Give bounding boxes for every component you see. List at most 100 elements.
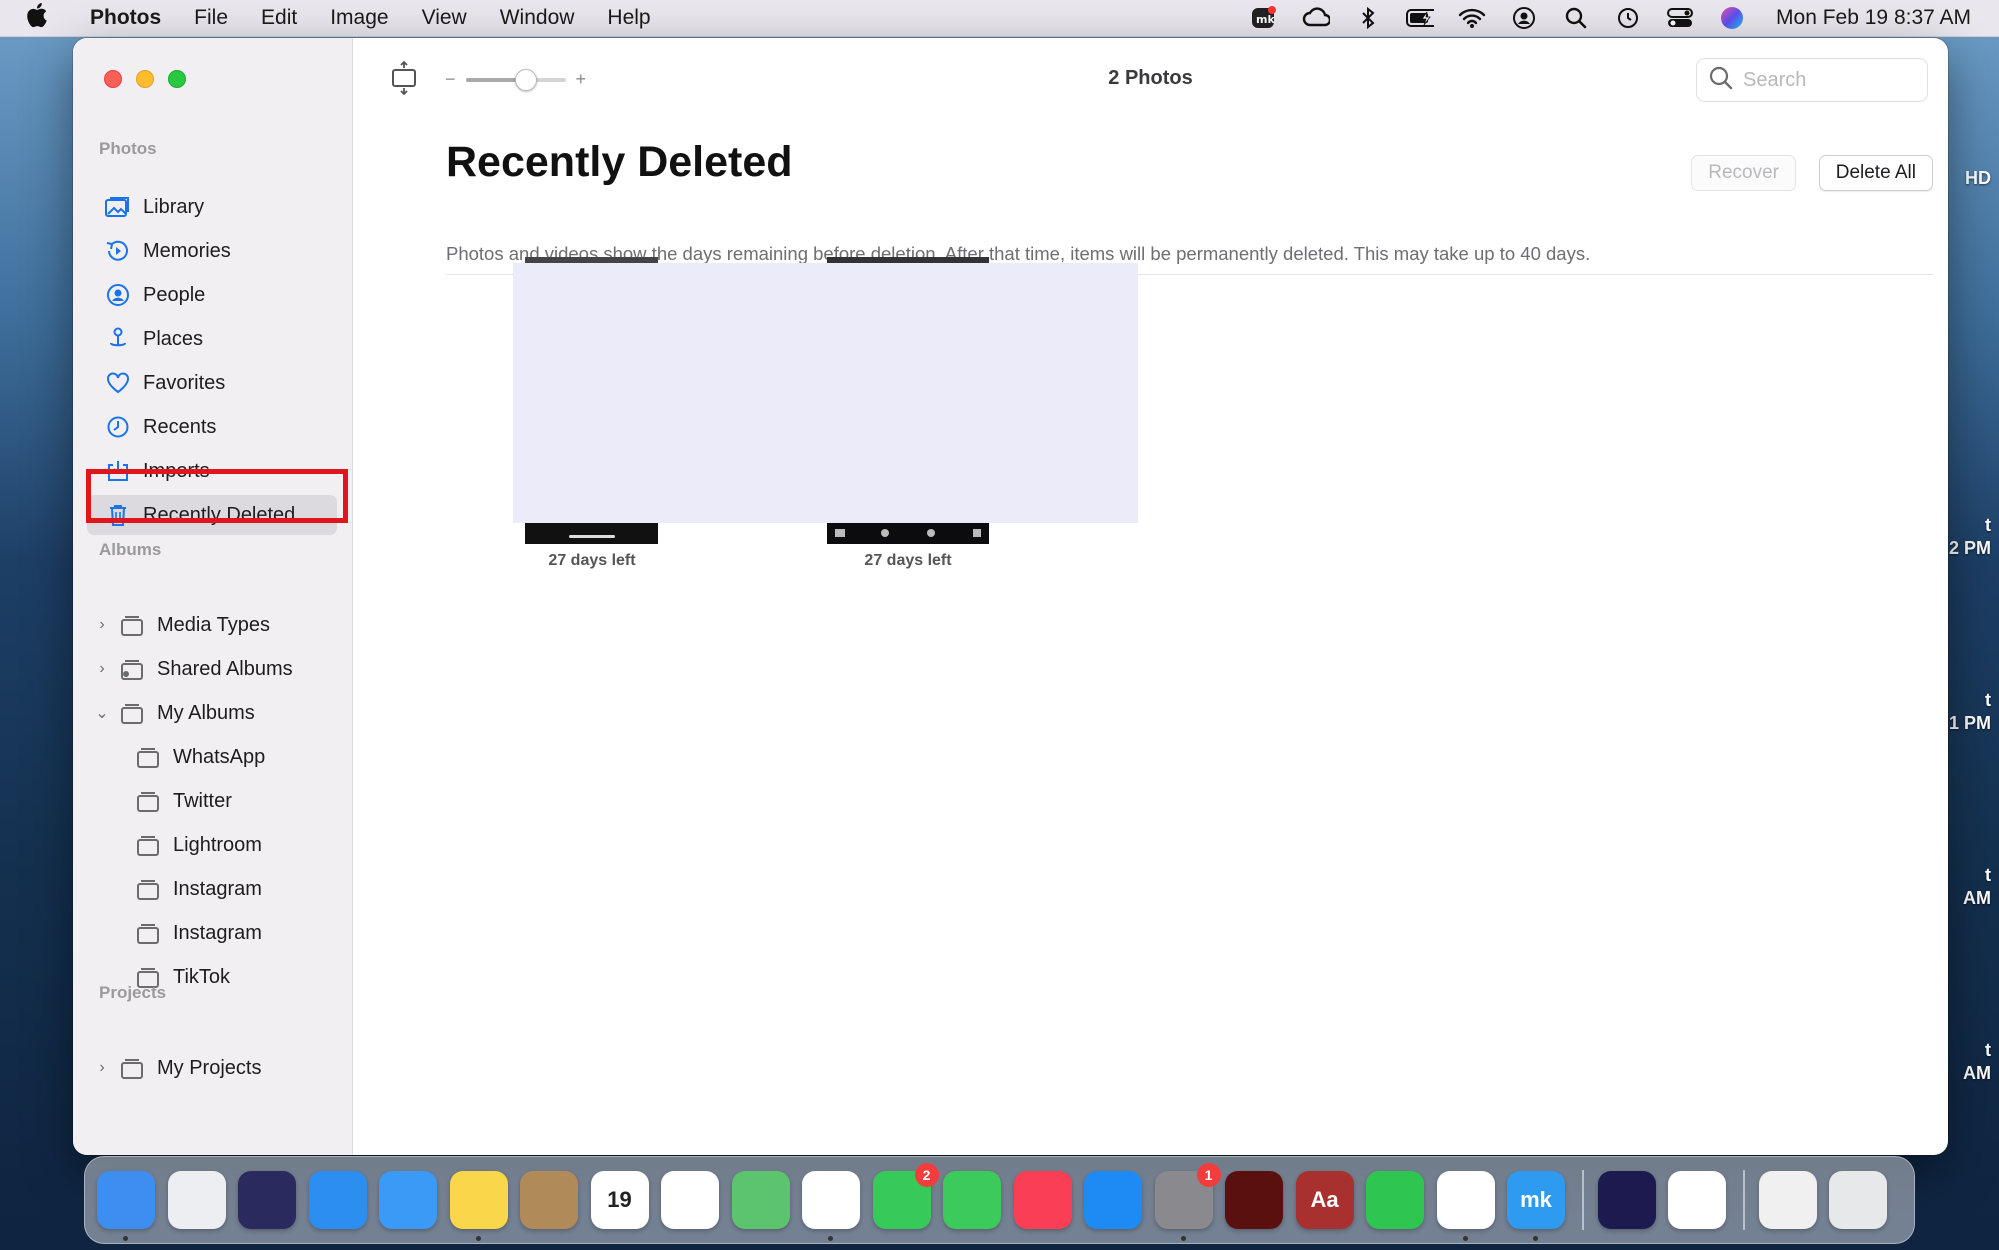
- siri-menu-icon[interactable]: [1718, 6, 1746, 30]
- dock-icon-label: Aa: [1310, 1187, 1339, 1212]
- contacts-icon[interactable]: [520, 1171, 578, 1229]
- mk-app-icon[interactable]: mk: [1507, 1171, 1565, 1241]
- sidebar-item-library[interactable]: Library: [87, 187, 337, 227]
- selection-highlight-box: [86, 469, 348, 523]
- control-center-icon[interactable]: [1666, 6, 1694, 30]
- menu-window[interactable]: Window: [500, 6, 575, 30]
- menu-help[interactable]: Help: [607, 6, 650, 30]
- music-icon[interactable]: [1013, 1171, 1072, 1229]
- maps-icon[interactable]: [731, 1171, 790, 1229]
- heart-icon: [105, 370, 131, 396]
- main-content: − + 2 Photos Recently Deleted Recover De…: [353, 38, 1948, 1155]
- spotlight-search-icon[interactable]: [1562, 6, 1590, 30]
- library-icon: [105, 194, 131, 220]
- sidebar-section-projects: Projects: [99, 983, 167, 1002]
- sidebar-item-people[interactable]: People: [87, 275, 337, 315]
- launchpad-icon[interactable]: [167, 1171, 226, 1229]
- album-folder-icon: [119, 1057, 145, 1079]
- album-media-types[interactable]: › Media Types: [93, 605, 270, 645]
- album-instagram[interactable]: Instagram: [135, 869, 262, 909]
- dictionary-icon[interactable]: Aa: [1295, 1171, 1354, 1229]
- album-icon: [135, 790, 161, 812]
- album-instagram[interactable]: Instagram: [135, 913, 262, 953]
- chevron-down-icon[interactable]: ⌄: [93, 703, 111, 723]
- album-icon: [135, 746, 161, 768]
- creative-cloud-icon[interactable]: [1302, 6, 1331, 30]
- bluetooth-icon[interactable]: [1354, 6, 1382, 30]
- sidebar-item-label: Recents: [143, 415, 217, 438]
- search-input[interactable]: [1743, 68, 1903, 92]
- finder-icon[interactable]: [97, 1171, 155, 1241]
- flash-icon[interactable]: [1225, 1171, 1283, 1229]
- album-twitter[interactable]: Twitter: [135, 781, 232, 821]
- desktop-label: 1 PM: [1948, 713, 1991, 733]
- sidebar-section-photos: Photos: [99, 139, 157, 158]
- sidebar-item-label: Memories: [143, 239, 231, 262]
- chevron-right-icon[interactable]: ›: [93, 616, 111, 634]
- battery-icon[interactable]: [1406, 6, 1435, 30]
- close-window-button[interactable]: [104, 70, 122, 88]
- notes-icon[interactable]: [449, 1171, 508, 1241]
- people-icon: [105, 282, 131, 308]
- zoom-window-button[interactable]: [168, 70, 186, 88]
- album-label: Shared Albums: [157, 657, 293, 680]
- desktop-label: AM: [1963, 888, 1991, 908]
- app-store-icon[interactable]: [1084, 1171, 1142, 1229]
- menu-file[interactable]: File: [194, 6, 228, 30]
- menu-view[interactable]: View: [422, 6, 467, 30]
- system-settings-icon[interactable]: 1: [1154, 1163, 1221, 1241]
- menu-edit[interactable]: Edit: [261, 6, 297, 30]
- desktop-label: HD: [1965, 168, 1991, 188]
- sidebar-item-favorites[interactable]: Favorites: [87, 363, 337, 403]
- minimize-window-button[interactable]: [136, 70, 154, 88]
- window-controls: [104, 70, 186, 88]
- reminders-icon[interactable]: [661, 1171, 719, 1229]
- clock-icon: [105, 414, 131, 440]
- photos-icon[interactable]: [802, 1171, 860, 1241]
- user-account-icon[interactable]: [1510, 6, 1538, 30]
- siri-icon[interactable]: [238, 1171, 296, 1229]
- album-label: Twitter: [173, 789, 232, 812]
- safari-icon[interactable]: [308, 1171, 367, 1229]
- album-shared-albums[interactable]: › Shared Albums: [93, 649, 293, 689]
- downloads-stack-icon[interactable]: [1758, 1171, 1817, 1229]
- mk-status-icon[interactable]: mk: [1250, 6, 1278, 30]
- album-whatsapp[interactable]: WhatsApp: [135, 737, 265, 777]
- search-icon: [1709, 66, 1733, 95]
- sidebar-item-label: Library: [143, 195, 205, 218]
- delete-all-button[interactable]: Delete All: [1818, 155, 1933, 191]
- wifi-icon[interactable]: [1458, 6, 1486, 30]
- recover-button[interactable]: Recover: [1691, 155, 1796, 191]
- svg-text:mk: mk: [1256, 13, 1275, 26]
- opera-icon[interactable]: [1668, 1171, 1726, 1229]
- album-my-albums[interactable]: ⌄ My Albums: [93, 693, 255, 733]
- notification-badge: 1: [1196, 1163, 1221, 1187]
- album-lightroom[interactable]: Lightroom: [135, 825, 262, 865]
- page-title: Recently Deleted: [446, 138, 793, 186]
- sidebar-item-memories[interactable]: Memories: [87, 231, 337, 271]
- firefox-icon[interactable]: [1597, 1171, 1656, 1229]
- dock-icon-label: 19: [607, 1187, 632, 1212]
- menu-clock[interactable]: Mon Feb 19 8:37 AM: [1776, 6, 1971, 30]
- dock-separator: [1742, 1170, 1745, 1230]
- apple-menu-icon[interactable]: [26, 2, 70, 35]
- time-machine-icon[interactable]: [1614, 6, 1642, 30]
- sidebar-item-places[interactable]: Places: [87, 319, 337, 359]
- messages-icon[interactable]: [943, 1171, 1001, 1229]
- trash-dock-icon[interactable]: [1829, 1171, 1887, 1229]
- project-my-projects[interactable]: › My Projects: [93, 1048, 261, 1088]
- calendar-icon[interactable]: 19: [590, 1171, 649, 1229]
- mail-icon[interactable]: [379, 1171, 437, 1229]
- sidebar-item-label: Places: [143, 327, 204, 350]
- facetime-icon[interactable]: 2: [872, 1163, 939, 1229]
- search-field[interactable]: [1696, 58, 1928, 102]
- desktop-label: t: [1985, 1040, 1991, 1060]
- chevron-right-icon[interactable]: ›: [93, 1059, 111, 1077]
- menu-image[interactable]: Image: [330, 6, 388, 30]
- chevron-right-icon[interactable]: ›: [93, 660, 111, 678]
- menu-app-photos[interactable]: Photos: [90, 6, 161, 30]
- whatsapp-icon[interactable]: [1366, 1171, 1424, 1229]
- sidebar-item-recents[interactable]: Recents: [87, 407, 337, 447]
- chrome-icon[interactable]: [1436, 1171, 1495, 1241]
- dock-separator: [1581, 1170, 1584, 1230]
